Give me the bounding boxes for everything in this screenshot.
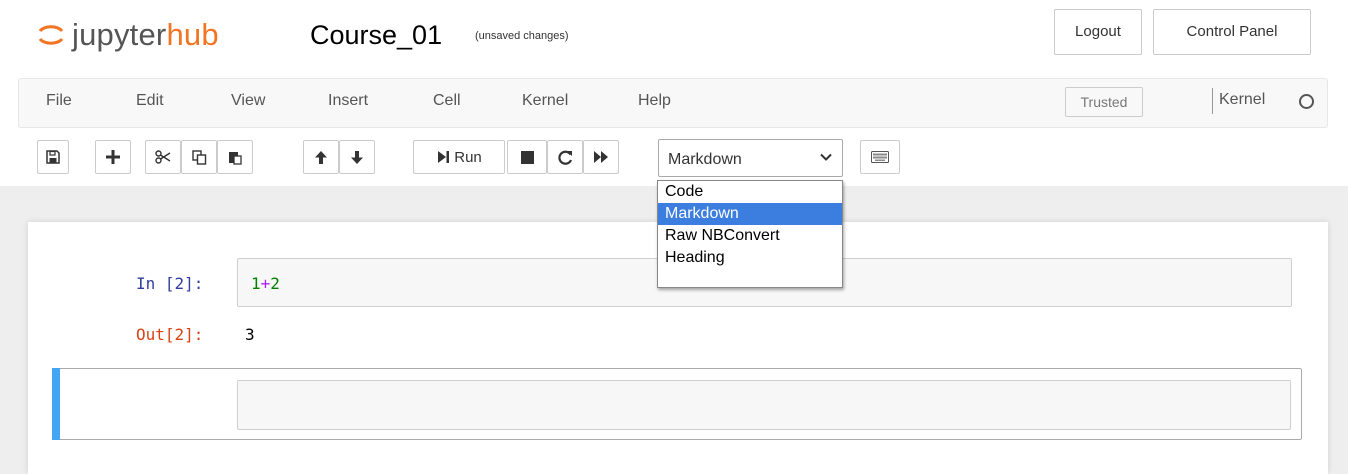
logo-text: jupyterhub <box>72 17 219 52</box>
jupyterhub-logo[interactable]: jupyterhub <box>36 17 219 52</box>
save-button[interactable] <box>37 140 69 174</box>
active-cell-indicator <box>52 368 60 440</box>
code-token-number: 2 <box>270 274 280 293</box>
cell-type-option-code[interactable]: Code <box>658 181 842 203</box>
interrupt-button[interactable] <box>507 140 547 174</box>
header: jupyterhub Course_01 (unsaved changes) L… <box>0 0 1348 186</box>
menu-edit[interactable]: Edit <box>136 92 164 110</box>
menu-file[interactable]: File <box>46 92 72 110</box>
cut-button[interactable] <box>145 140 181 174</box>
trusted-badge[interactable]: Trusted <box>1065 87 1143 117</box>
menu-kernel[interactable]: Kernel <box>522 92 568 110</box>
cell-output: 3 <box>245 325 255 344</box>
logout-button[interactable]: Logout <box>1054 9 1142 55</box>
fast-forward-icon <box>594 151 608 163</box>
insert-cell-button[interactable] <box>95 140 131 174</box>
move-up-button[interactable] <box>303 140 339 174</box>
kernel-divider <box>1212 88 1213 114</box>
menubar: File Edit View Insert Cell Kernel Help T… <box>18 78 1328 128</box>
stop-icon <box>520 150 534 164</box>
code-text: 1+2 <box>251 274 280 293</box>
command-palette-button[interactable] <box>860 140 900 174</box>
save-icon <box>46 150 60 164</box>
cell-type-option-heading[interactable]: Heading <box>658 247 842 269</box>
chevron-down-icon <box>820 153 832 161</box>
logo-text-jupyter: jupyter <box>72 17 167 52</box>
keyboard-icon <box>871 151 889 163</box>
paste-button[interactable] <box>217 140 253 174</box>
cut-icon <box>155 150 171 164</box>
menu-view[interactable]: View <box>231 92 265 110</box>
restart-button[interactable] <box>547 140 583 174</box>
notebook-name[interactable]: Course_01 <box>310 18 442 52</box>
run-button[interactable]: Run <box>413 140 505 174</box>
restart-icon <box>557 150 572 165</box>
kernel-name[interactable]: Kernel <box>1219 91 1265 109</box>
empty-cell-input[interactable] <box>237 380 1291 430</box>
kernel-idle-icon <box>1299 94 1314 109</box>
arrow-down-icon <box>351 150 363 164</box>
menu-cell[interactable]: Cell <box>433 92 461 110</box>
copy-icon <box>191 149 206 165</box>
menu-help[interactable]: Help <box>638 92 671 110</box>
run-label: Run <box>454 148 482 166</box>
step-forward-icon <box>438 151 450 163</box>
code-token-operator: + <box>260 274 271 293</box>
save-status: (unsaved changes) <box>475 30 569 42</box>
plus-icon <box>106 150 120 164</box>
logo-text-hub: hub <box>166 17 219 52</box>
code-token-number: 1 <box>251 274 261 293</box>
restart-run-all-button[interactable] <box>583 140 619 174</box>
copy-button[interactable] <box>181 140 217 174</box>
cell-type-value: Markdown <box>668 151 742 168</box>
cell-type-option-raw-nbconvert[interactable]: Raw NBConvert <box>658 225 842 247</box>
output-prompt: Out[2]: <box>136 325 204 344</box>
paste-icon <box>229 151 242 165</box>
cell-type-select[interactable]: Markdown <box>658 139 843 177</box>
cell-type-dropdown: Code Markdown Raw NBConvert Heading <box>657 180 843 288</box>
selected-cell[interactable] <box>52 368 1302 440</box>
cell-type-option-markdown[interactable]: Markdown <box>658 203 842 225</box>
menu-insert[interactable]: Insert <box>328 92 368 110</box>
jupyter-logo-icon <box>38 25 64 45</box>
input-prompt: In [2]: <box>136 274 204 293</box>
control-panel-button[interactable]: Control Panel <box>1153 9 1311 55</box>
arrow-up-icon <box>315 150 327 164</box>
move-down-button[interactable] <box>339 140 375 174</box>
